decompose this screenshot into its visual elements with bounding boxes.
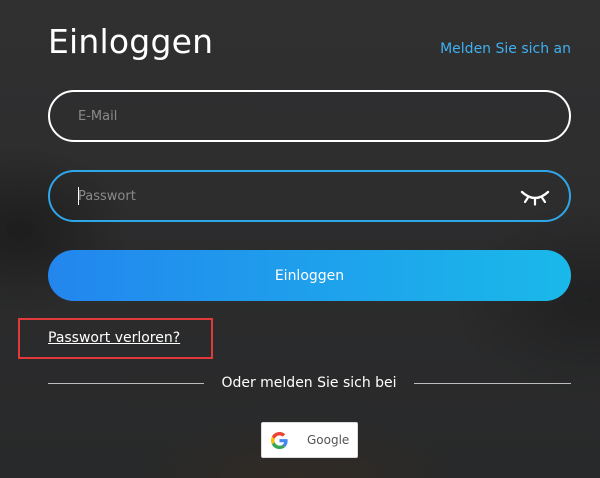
login-button[interactable]: Einloggen — [48, 250, 571, 301]
divider-left — [48, 383, 204, 384]
page-title: Einloggen — [48, 22, 214, 61]
password-field[interactable] — [48, 170, 571, 222]
google-button-label: Google — [307, 433, 350, 447]
signup-link[interactable]: Melden Sie sich an — [440, 41, 571, 57]
background — [0, 0, 600, 478]
email-input[interactable] — [78, 92, 498, 140]
google-g-icon — [271, 432, 288, 449]
divider-right — [414, 383, 571, 384]
email-field[interactable] — [48, 90, 571, 142]
divider-text: Oder melden Sie sich bei — [221, 375, 397, 391]
google-login-button[interactable]: Google — [261, 422, 358, 458]
forgot-password-link[interactable]: Passwort verloren? — [48, 330, 180, 346]
eye-closed-icon[interactable] — [519, 185, 551, 207]
password-input[interactable] — [78, 172, 498, 220]
text-cursor — [78, 187, 79, 205]
